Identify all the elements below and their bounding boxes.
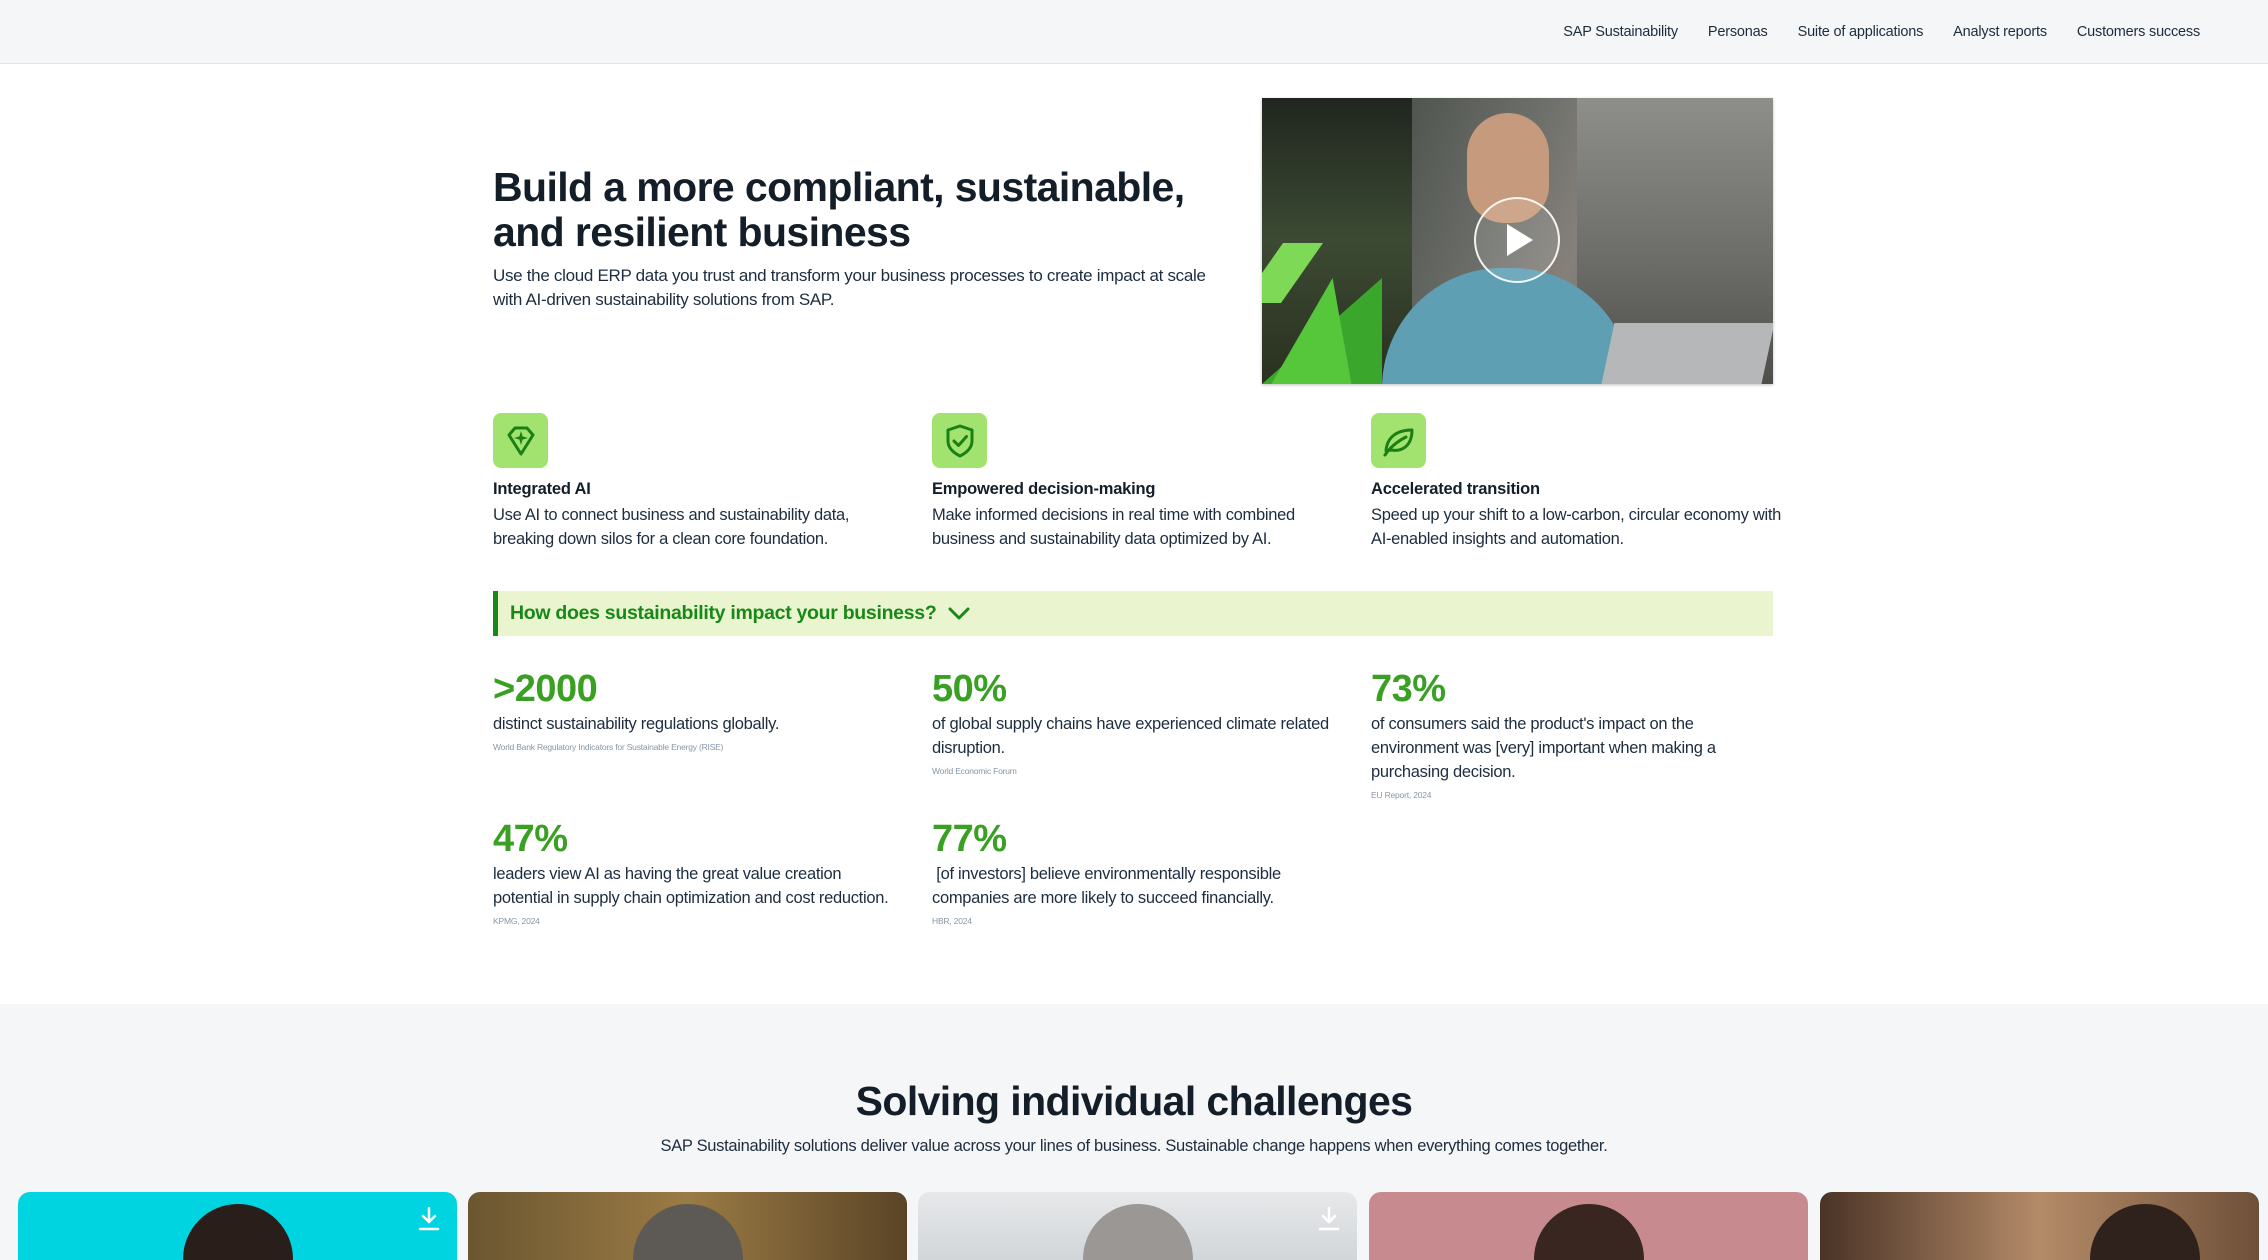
stat-source: EU Report, 2024 (1371, 790, 1432, 800)
persona-card[interactable] (1820, 1192, 2259, 1260)
persona-photo (1083, 1204, 1193, 1260)
nav-item-suite-of-applications[interactable]: Suite of applications (1798, 24, 1924, 40)
stat-investors: 77% [of investors] believe environmental… (932, 819, 1332, 926)
chevron-down-icon (948, 607, 970, 621)
challenges-title: Solving individual challenges (855, 1078, 1413, 1124)
hero-video[interactable] (1262, 98, 1773, 384)
hero-subtitle: Use the cloud ERP data you trust and tra… (493, 266, 1206, 309)
stat-value: 77% (932, 818, 1007, 860)
persona-card[interactable] (918, 1192, 1357, 1260)
persona-photo (183, 1204, 293, 1260)
persona-card[interactable] (468, 1192, 907, 1260)
hero-title: Build a more compliant, sustainable, and… (493, 164, 1185, 255)
nav-item-personas[interactable]: Personas (1708, 24, 1768, 40)
stat-value: 73% (1371, 668, 1446, 710)
sustainability-impact-accordion[interactable]: How does sustainability impact your busi… (493, 591, 1773, 636)
play-icon[interactable] (1474, 197, 1560, 283)
stat-source: World Bank Regulatory Indicators for Sus… (493, 742, 724, 752)
stat-text: of global supply chains have experienced… (932, 715, 1329, 757)
stat-supply-chains: 50% of global supply chains have experie… (932, 669, 1332, 776)
leaf-icon (1371, 413, 1426, 468)
persona-photo (1534, 1204, 1644, 1260)
feature-title: Integrated AI (493, 480, 591, 498)
feature-accelerated-transition: Accelerated transition Speed up your shi… (1371, 413, 1791, 551)
stat-value: 50% (932, 668, 1007, 710)
video-laptop (1599, 323, 1773, 384)
stat-source: World Economic Forum (932, 766, 1017, 776)
stat-text: [of investors] believe environmentally r… (932, 865, 1286, 907)
stat-value: 47% (493, 818, 568, 860)
challenges-subtitle: SAP Sustainability solutions deliver val… (660, 1137, 1608, 1155)
nav-item-customers-success[interactable]: Customers success (2077, 24, 2200, 40)
stat-source: KPMG, 2024 (493, 916, 540, 926)
nav-item-sap-sustainability[interactable]: SAP Sustainability (1563, 24, 1678, 40)
download-icon[interactable] (1317, 1206, 1341, 1237)
nav-item-analyst-reports[interactable]: Analyst reports (1953, 24, 2047, 40)
feature-title: Empowered decision-making (932, 480, 1156, 498)
shield-check-icon (932, 413, 987, 468)
feature-text: Make informed decisions in real time wit… (932, 506, 1295, 548)
stat-regulations: >2000 distinct sustainability regulation… (493, 669, 893, 752)
accordion-label: How does sustainability impact your busi… (510, 602, 937, 624)
download-icon[interactable] (417, 1206, 441, 1237)
feature-text: Use AI to connect business and sustainab… (493, 506, 850, 548)
feature-text: Speed up your shift to a low-carbon, cir… (1371, 506, 1781, 548)
stat-text: leaders view AI as having the great valu… (493, 865, 889, 907)
persona-photo (633, 1204, 743, 1260)
persona-photo (2090, 1204, 2200, 1260)
feature-title: Accelerated transition (1371, 480, 1540, 498)
stat-text: distinct sustainability regulations glob… (493, 715, 780, 733)
stat-text: of consumers said the product's impact o… (1371, 715, 1716, 781)
feature-integrated-ai: Integrated AI Use AI to connect business… (493, 413, 913, 551)
stat-value: >2000 (493, 668, 598, 710)
stat-source: HBR, 2024 (932, 916, 972, 926)
top-navigation: SAP Sustainability Personas Suite of app… (0, 0, 2268, 64)
stat-leaders-ai: 47% leaders view AI as having the great … (493, 819, 893, 926)
persona-card[interactable] (18, 1192, 457, 1260)
nav-list: SAP Sustainability Personas Suite of app… (1563, 0, 2200, 64)
persona-card[interactable] (1369, 1192, 1808, 1260)
stat-consumers: 73% of consumers said the product's impa… (1371, 669, 1771, 800)
diamond-sparkle-icon (493, 413, 548, 468)
feature-empowered-decision-making: Empowered decision-making Make informed … (932, 413, 1352, 551)
